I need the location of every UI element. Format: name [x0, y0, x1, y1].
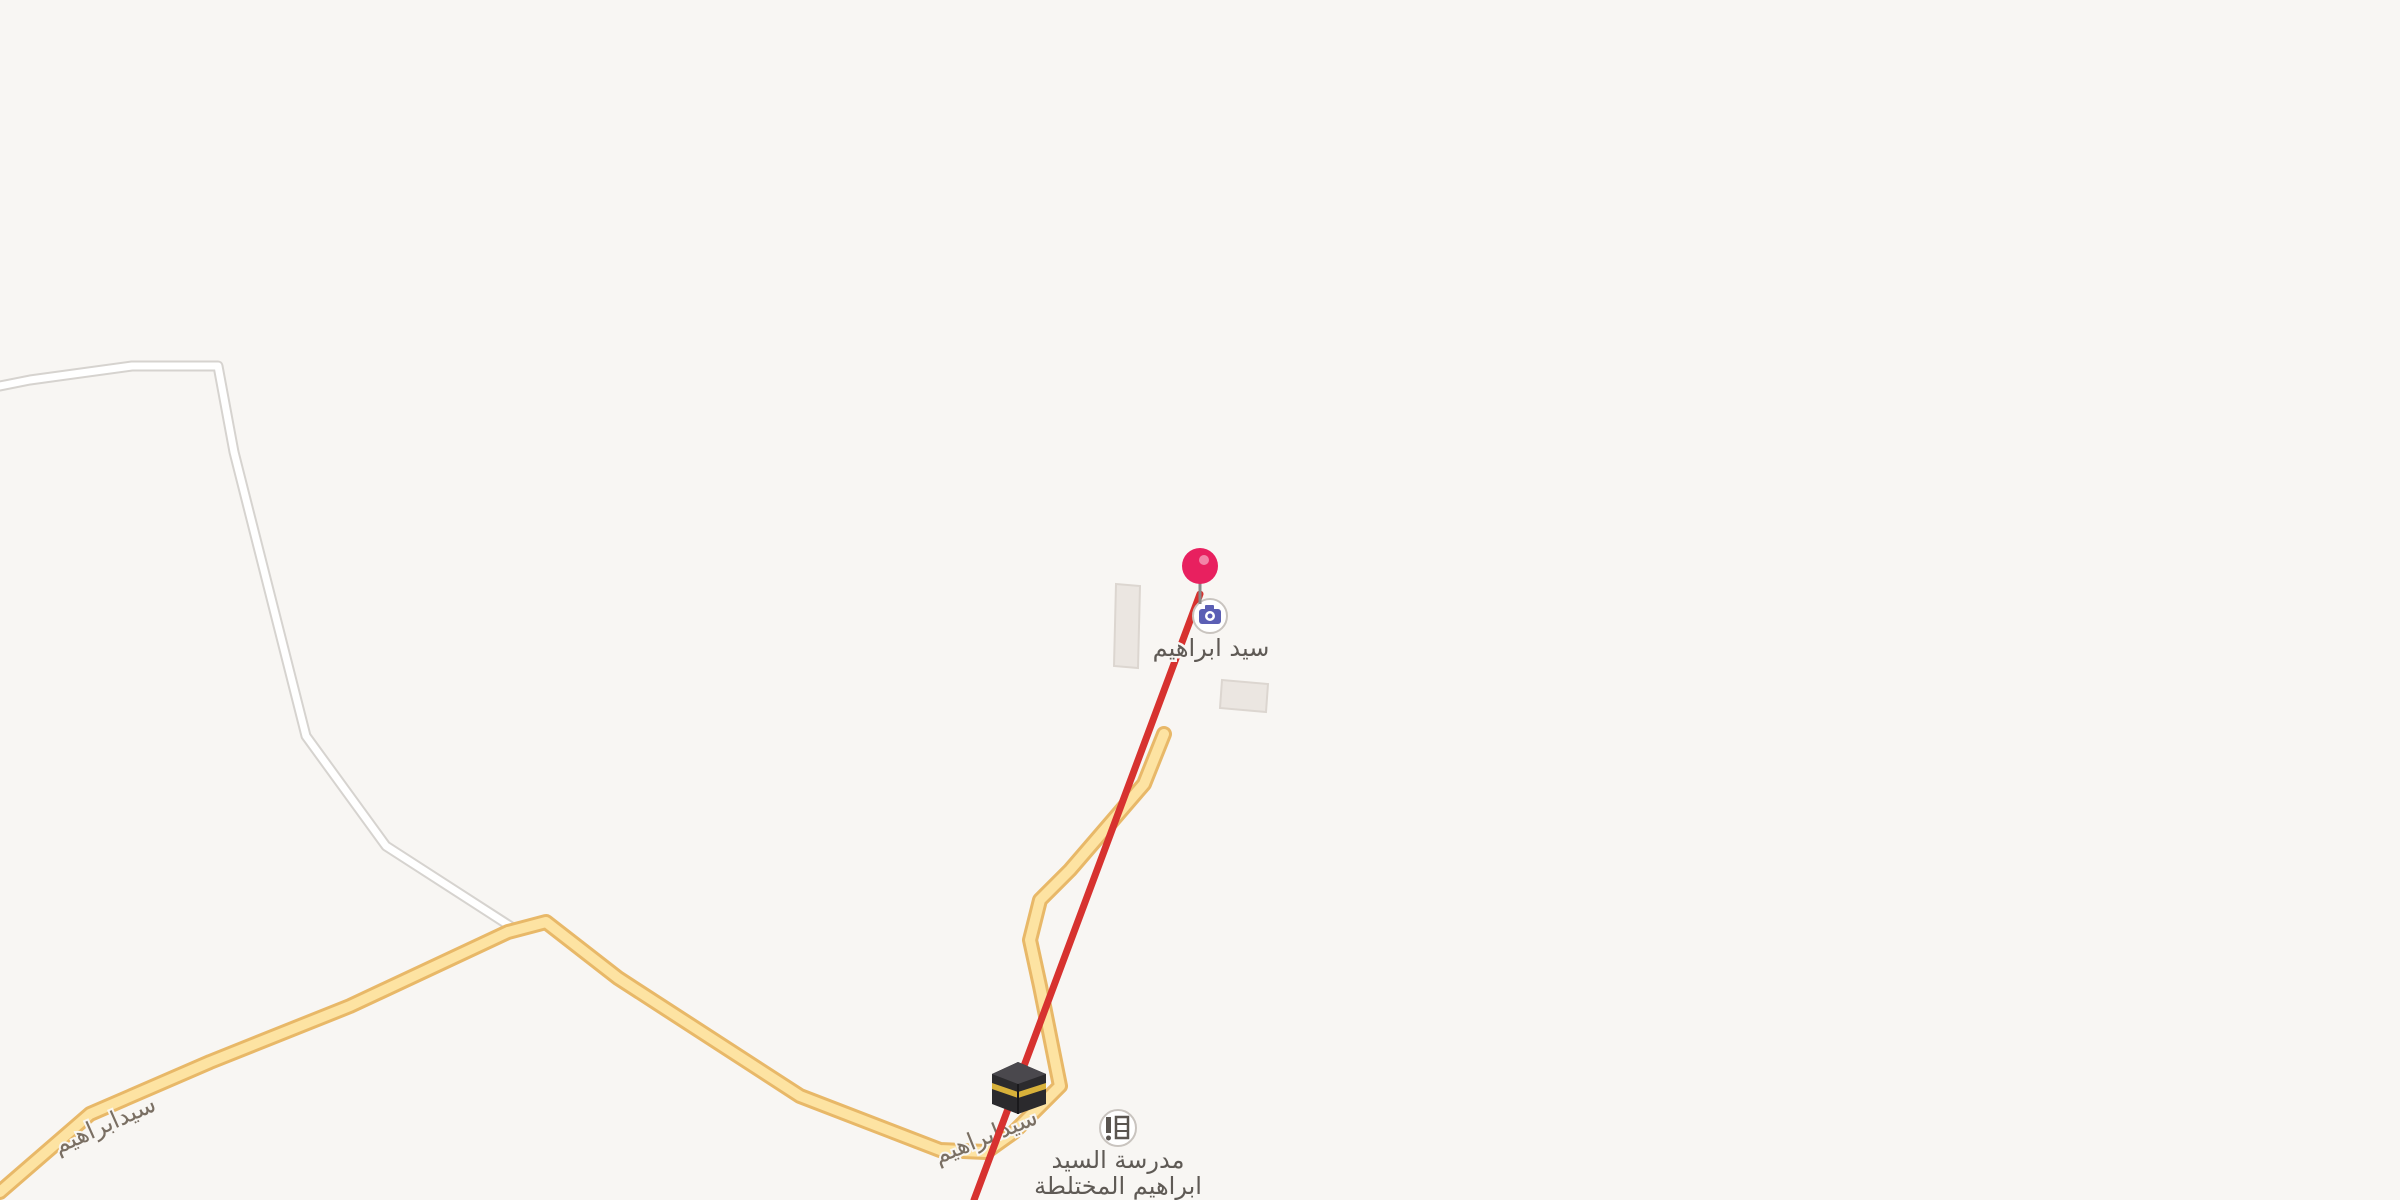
building [1218, 678, 1270, 714]
map-pin-icon [1199, 555, 1209, 565]
kaaba-icon [992, 1062, 1046, 1114]
mosque-poi[interactable] [992, 1062, 1046, 1114]
photo-spot-label: سيد ابراهيم [1153, 634, 1270, 662]
minor-road [0, 360, 516, 932]
map-pin-marker[interactable] [1182, 548, 1218, 604]
school-label-line1: مدرسة السيد [1052, 1146, 1185, 1174]
building [1112, 582, 1142, 670]
school-poi[interactable]: مدرسة السيد ابراهيم المختلطة [1032, 1109, 1204, 1200]
photo-spot-poi[interactable]: سيد ابراهيم [1150, 598, 1272, 665]
school-label-line2: ابراهيم المختلطة [1034, 1172, 1202, 1200]
map-canvas[interactable]: سيدابراهيم سيدابراهيم سيد ابراهيم مدرسة … [0, 0, 2400, 1200]
